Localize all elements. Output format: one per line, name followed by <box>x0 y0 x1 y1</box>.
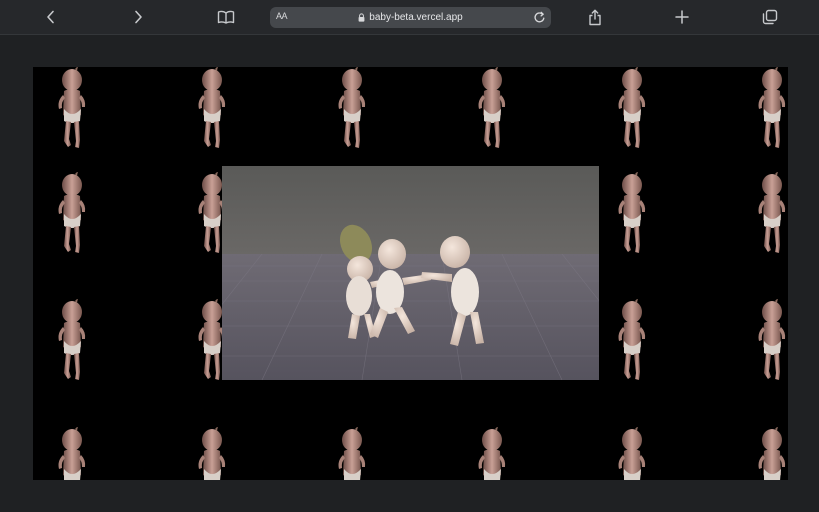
forward-button[interactable] <box>124 4 152 30</box>
tabs-icon <box>762 9 778 25</box>
dancing-baby-tile <box>338 427 366 480</box>
dancing-baby-tile <box>338 67 366 148</box>
back-icon <box>47 10 54 24</box>
dancing-baby-tile <box>618 427 646 480</box>
dancing-baby-tile <box>58 172 86 253</box>
bookmarks-icon <box>217 10 235 24</box>
bookmarks-button[interactable] <box>212 4 240 30</box>
reload-icon[interactable] <box>532 10 547 25</box>
dancing-baby-tile <box>758 67 786 148</box>
browser-toolbar: AA baby-beta.vercel.app <box>0 0 819 35</box>
share-button[interactable] <box>581 4 609 30</box>
dancing-baby-tile <box>618 299 646 380</box>
dancing-baby-tile <box>58 299 86 380</box>
dancing-baby-tile <box>758 427 786 480</box>
new-tab-button[interactable] <box>668 4 696 30</box>
reader-text-size-icon[interactable]: AA <box>276 11 288 21</box>
back-button[interactable] <box>37 4 65 30</box>
dancing-baby-background <box>33 67 788 480</box>
web-page-content <box>0 36 819 512</box>
dancing-baby-tile <box>758 299 786 380</box>
video-backdrop <box>222 166 599 256</box>
dancing-babies-video[interactable] <box>222 166 599 380</box>
dancing-baby-tile <box>478 427 506 480</box>
dancing-baby-tile <box>478 67 506 148</box>
lock-icon <box>358 13 365 22</box>
address-bar[interactable]: AA baby-beta.vercel.app <box>270 7 551 28</box>
tabs-overview-button[interactable] <box>756 4 784 30</box>
dancing-baby-tile <box>618 67 646 148</box>
dancing-baby-tile <box>198 427 226 480</box>
url-text: baby-beta.vercel.app <box>369 12 463 23</box>
dancing-baby-tile <box>198 67 226 148</box>
share-icon <box>589 9 601 25</box>
dancing-baby-tile <box>618 172 646 253</box>
dancing-baby-tile <box>58 67 86 148</box>
forward-icon <box>135 10 142 24</box>
dancing-baby-tile <box>758 172 786 253</box>
video-floor <box>222 254 599 380</box>
new-tab-icon <box>675 10 689 24</box>
dancing-baby-tile <box>58 427 86 480</box>
